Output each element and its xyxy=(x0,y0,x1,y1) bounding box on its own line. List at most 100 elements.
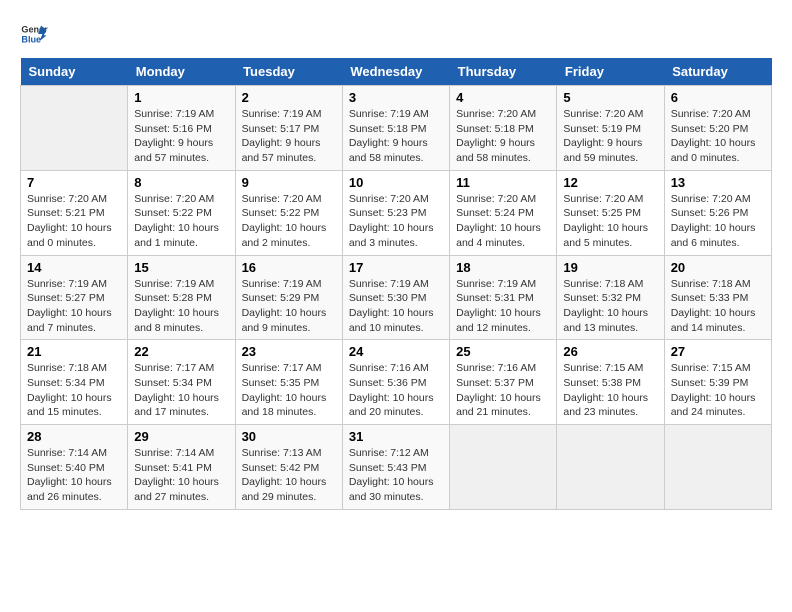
day-number: 13 xyxy=(671,175,765,190)
day-info: Sunrise: 7:15 AM Sunset: 5:39 PM Dayligh… xyxy=(671,361,765,420)
calendar-week-1: 1Sunrise: 7:19 AM Sunset: 5:16 PM Daylig… xyxy=(21,86,772,171)
day-number: 6 xyxy=(671,90,765,105)
day-info: Sunrise: 7:19 AM Sunset: 5:31 PM Dayligh… xyxy=(456,277,550,336)
day-number: 11 xyxy=(456,175,550,190)
day-info: Sunrise: 7:18 AM Sunset: 5:34 PM Dayligh… xyxy=(27,361,121,420)
day-number: 10 xyxy=(349,175,443,190)
calendar-week-3: 14 Sunrise: 7:19 AM Sunset: 5:27 PM Dayli… xyxy=(21,255,772,340)
day-info: Sunrise: 7:17 AM Sunset: 5:35 PM Dayligh… xyxy=(242,361,336,420)
column-header-tuesday: Tuesday xyxy=(235,58,342,86)
day-info: Sunrise: 7:19 AM Sunset: 5:27 PM Dayligh… xyxy=(27,277,121,336)
calendar-cell: 9 Sunrise: 7:20 AM Sunset: 5:22 PM Daylig… xyxy=(235,170,342,255)
day-number: 19 xyxy=(563,260,657,275)
calendar-week-5: 28 Sunrise: 7:14 AM Sunset: 5:40 PM Dayli… xyxy=(21,425,772,510)
day-info: Sunrise: 7:15 AM Sunset: 5:38 PM Dayligh… xyxy=(563,361,657,420)
day-number: 26 xyxy=(563,344,657,359)
day-info: Sunrise: 7:14 AM Sunset: 5:41 PM Dayligh… xyxy=(134,446,228,505)
calendar-cell: 10 Sunrise: 7:20 AM Sunset: 5:23 PM Dayli… xyxy=(342,170,449,255)
day-number: 25 xyxy=(456,344,550,359)
day-info: Sunrise: 7:19 AM Sunset: 5:16 PM Dayligh… xyxy=(134,107,228,166)
day-info: Sunrise: 7:20 AM Sunset: 5:24 PM Dayligh… xyxy=(456,192,550,251)
day-number: 30 xyxy=(242,429,336,444)
calendar-cell: 20 Sunrise: 7:18 AM Sunset: 5:33 PM Dayli… xyxy=(664,255,771,340)
day-info: Sunrise: 7:18 AM Sunset: 5:33 PM Dayligh… xyxy=(671,277,765,336)
calendar-cell: 14 Sunrise: 7:19 AM Sunset: 5:27 PM Dayli… xyxy=(21,255,128,340)
calendar-cell: 8 Sunrise: 7:20 AM Sunset: 5:22 PM Daylig… xyxy=(128,170,235,255)
day-number: 29 xyxy=(134,429,228,444)
day-info: Sunrise: 7:20 AM Sunset: 5:26 PM Dayligh… xyxy=(671,192,765,251)
day-number: 4 xyxy=(456,90,550,105)
day-number: 20 xyxy=(671,260,765,275)
day-number: 15 xyxy=(134,260,228,275)
column-header-friday: Friday xyxy=(557,58,664,86)
day-number: 22 xyxy=(134,344,228,359)
day-info: Sunrise: 7:20 AM Sunset: 5:21 PM Dayligh… xyxy=(27,192,121,251)
day-info: Sunrise: 7:20 AM Sunset: 5:23 PM Dayligh… xyxy=(349,192,443,251)
day-number: 27 xyxy=(671,344,765,359)
day-number: 5 xyxy=(563,90,657,105)
day-info: Sunrise: 7:19 AM Sunset: 5:17 PM Dayligh… xyxy=(242,107,336,166)
day-info: Sunrise: 7:20 AM Sunset: 5:25 PM Dayligh… xyxy=(563,192,657,251)
day-number: 16 xyxy=(242,260,336,275)
day-number: 17 xyxy=(349,260,443,275)
column-header-wednesday: Wednesday xyxy=(342,58,449,86)
days-header-row: SundayMondayTuesdayWednesdayThursdayFrid… xyxy=(21,58,772,86)
calendar-cell: 28 Sunrise: 7:14 AM Sunset: 5:40 PM Dayli… xyxy=(21,425,128,510)
day-info: Sunrise: 7:13 AM Sunset: 5:42 PM Dayligh… xyxy=(242,446,336,505)
column-header-sunday: Sunday xyxy=(21,58,128,86)
calendar-cell: 23 Sunrise: 7:17 AM Sunset: 5:35 PM Dayli… xyxy=(235,340,342,425)
calendar-cell: 16Sunrise: 7:19 AM Sunset: 5:29 PM Dayli… xyxy=(235,255,342,340)
day-number: 28 xyxy=(27,429,121,444)
day-number: 14 xyxy=(27,260,121,275)
day-number: 9 xyxy=(242,175,336,190)
day-info: Sunrise: 7:20 AM Sunset: 5:22 PM Dayligh… xyxy=(242,192,336,251)
calendar-cell xyxy=(450,425,557,510)
day-number: 7 xyxy=(27,175,121,190)
day-number: 24 xyxy=(349,344,443,359)
calendar-cell: 18 Sunrise: 7:19 AM Sunset: 5:31 PM Dayli… xyxy=(450,255,557,340)
day-number: 8 xyxy=(134,175,228,190)
calendar-cell: 25 Sunrise: 7:16 AM Sunset: 5:37 PM Dayli… xyxy=(450,340,557,425)
calendar-cell: 5 Sunrise: 7:20 AM Sunset: 5:19 PM Daylig… xyxy=(557,86,664,171)
svg-text:Blue: Blue xyxy=(21,34,41,44)
calendar-cell: 2Sunrise: 7:19 AM Sunset: 5:17 PM Daylig… xyxy=(235,86,342,171)
calendar-cell: 29 Sunrise: 7:14 AM Sunset: 5:41 PM Dayli… xyxy=(128,425,235,510)
calendar-table: SundayMondayTuesdayWednesdayThursdayFrid… xyxy=(20,58,772,510)
day-info: Sunrise: 7:20 AM Sunset: 5:19 PM Dayligh… xyxy=(563,107,657,166)
calendar-cell: 30 Sunrise: 7:13 AM Sunset: 5:42 PM Dayli… xyxy=(235,425,342,510)
calendar-cell: 4Sunrise: 7:20 AM Sunset: 5:18 PM Daylig… xyxy=(450,86,557,171)
day-info: Sunrise: 7:20 AM Sunset: 5:22 PM Dayligh… xyxy=(134,192,228,251)
calendar-cell: 19 Sunrise: 7:18 AM Sunset: 5:32 PM Dayli… xyxy=(557,255,664,340)
logo: General Blue xyxy=(20,20,48,48)
calendar-cell xyxy=(21,86,128,171)
calendar-cell xyxy=(664,425,771,510)
day-info: Sunrise: 7:14 AM Sunset: 5:40 PM Dayligh… xyxy=(27,446,121,505)
calendar-cell: 1Sunrise: 7:19 AM Sunset: 5:16 PM Daylig… xyxy=(128,86,235,171)
calendar-cell: 21 Sunrise: 7:18 AM Sunset: 5:34 PM Dayli… xyxy=(21,340,128,425)
page-header: General Blue xyxy=(20,20,772,48)
column-header-saturday: Saturday xyxy=(664,58,771,86)
calendar-cell: 24Sunrise: 7:16 AM Sunset: 5:36 PM Dayli… xyxy=(342,340,449,425)
day-info: Sunrise: 7:12 AM Sunset: 5:43 PM Dayligh… xyxy=(349,446,443,505)
calendar-week-4: 21 Sunrise: 7:18 AM Sunset: 5:34 PM Dayli… xyxy=(21,340,772,425)
calendar-cell: 13 Sunrise: 7:20 AM Sunset: 5:26 PM Dayli… xyxy=(664,170,771,255)
calendar-cell: 17 Sunrise: 7:19 AM Sunset: 5:30 PM Dayli… xyxy=(342,255,449,340)
day-info: Sunrise: 7:16 AM Sunset: 5:37 PM Dayligh… xyxy=(456,361,550,420)
day-info: Sunrise: 7:20 AM Sunset: 5:20 PM Dayligh… xyxy=(671,107,765,166)
day-number: 21 xyxy=(27,344,121,359)
calendar-week-2: 7 Sunrise: 7:20 AM Sunset: 5:21 PM Daylig… xyxy=(21,170,772,255)
day-number: 18 xyxy=(456,260,550,275)
calendar-cell xyxy=(557,425,664,510)
logo-icon: General Blue xyxy=(20,20,48,48)
calendar-cell: 26 Sunrise: 7:15 AM Sunset: 5:38 PM Dayli… xyxy=(557,340,664,425)
calendar-cell: 22Sunrise: 7:17 AM Sunset: 5:34 PM Dayli… xyxy=(128,340,235,425)
day-info: Sunrise: 7:18 AM Sunset: 5:32 PM Dayligh… xyxy=(563,277,657,336)
column-header-monday: Monday xyxy=(128,58,235,86)
calendar-cell: 27 Sunrise: 7:15 AM Sunset: 5:39 PM Dayli… xyxy=(664,340,771,425)
calendar-cell: 3Sunrise: 7:19 AM Sunset: 5:18 PM Daylig… xyxy=(342,86,449,171)
day-info: Sunrise: 7:19 AM Sunset: 5:18 PM Dayligh… xyxy=(349,107,443,166)
day-info: Sunrise: 7:19 AM Sunset: 5:30 PM Dayligh… xyxy=(349,277,443,336)
calendar-cell: 6 Sunrise: 7:20 AM Sunset: 5:20 PM Daylig… xyxy=(664,86,771,171)
day-number: 12 xyxy=(563,175,657,190)
day-number: 23 xyxy=(242,344,336,359)
